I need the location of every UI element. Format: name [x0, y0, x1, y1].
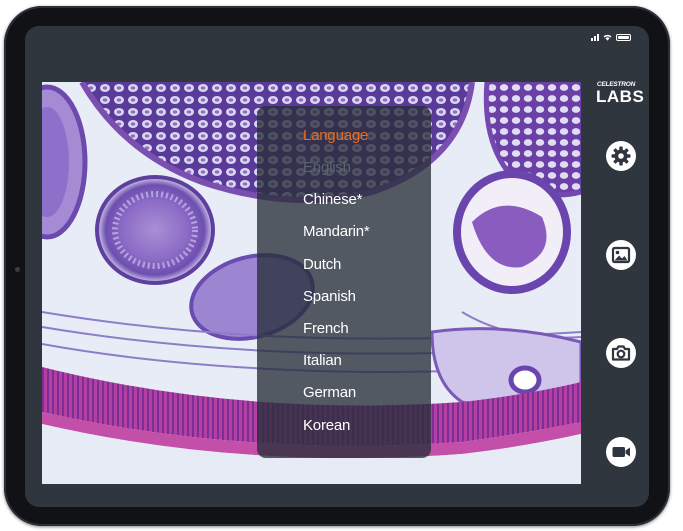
- language-option-chinese[interactable]: Chinese*: [303, 191, 370, 223]
- cellular-signal-icon: [591, 33, 599, 41]
- front-camera: [15, 267, 20, 272]
- language-option-spanish[interactable]: Spanish: [303, 288, 370, 320]
- language-option-italian[interactable]: Italian: [303, 352, 370, 384]
- video-camera-icon: [606, 437, 636, 467]
- celestron-labs-logo: CELESTRON LABS: [596, 81, 645, 106]
- language-list: English Chinese* Mandarin* Dutch Spanish…: [303, 159, 370, 449]
- camera-icon: [606, 338, 636, 368]
- language-option-korean[interactable]: Korean: [303, 417, 370, 449]
- tablet-frame: Language English Chinese* Mandarin* Dutc…: [4, 6, 670, 526]
- language-menu-title: Language: [303, 127, 369, 144]
- microscope-live-view[interactable]: Language English Chinese* Mandarin* Dutc…: [42, 82, 581, 484]
- language-option-german[interactable]: German: [303, 384, 370, 416]
- language-option-dutch[interactable]: Dutch: [303, 256, 370, 288]
- gear-icon: [606, 141, 636, 171]
- status-bar: [591, 33, 631, 41]
- language-option-mandarin[interactable]: Mandarin*: [303, 223, 370, 255]
- language-menu: Language English Chinese* Mandarin* Dutc…: [257, 106, 431, 458]
- logo-product: LABS: [596, 87, 645, 106]
- language-option-english[interactable]: English: [303, 159, 370, 191]
- language-option-french[interactable]: French: [303, 320, 370, 352]
- settings-button[interactable]: [605, 140, 637, 172]
- wifi-icon: [603, 34, 612, 41]
- app-screen: Language English Chinese* Mandarin* Dutc…: [25, 26, 649, 507]
- video-record-button[interactable]: [605, 436, 637, 468]
- gallery-button[interactable]: [605, 239, 637, 271]
- gallery-icon: [606, 240, 636, 270]
- battery-icon: [616, 33, 631, 41]
- photo-capture-button[interactable]: [605, 337, 637, 369]
